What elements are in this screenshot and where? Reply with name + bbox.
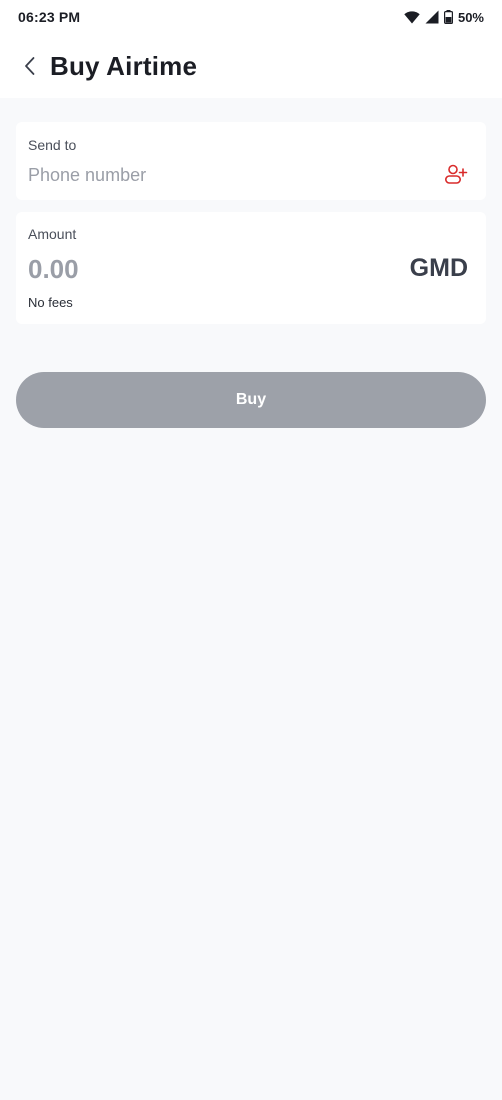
buy-button[interactable]: Buy	[16, 372, 486, 428]
amount-input[interactable]	[28, 252, 328, 286]
wifi-icon	[404, 10, 420, 23]
chevron-left-icon	[25, 57, 35, 75]
battery-percentage: 50%	[457, 9, 484, 25]
buy-airtime-screen: 06:23 PM 50% Buy Airtime Send to Phone n…	[0, 0, 502, 1100]
send-to-label: Send to	[28, 137, 77, 153]
status-bar: 06:23 PM 50%	[0, 0, 502, 34]
amount-label: Amount	[28, 226, 77, 242]
amount-card: Amount GMD No fees	[16, 212, 486, 324]
status-time: 06:23 PM	[18, 9, 81, 25]
status-icons: 50%	[404, 10, 484, 25]
page-title: Buy Airtime	[50, 50, 198, 81]
battery-icon	[443, 10, 453, 24]
add-contact-button[interactable]	[442, 160, 470, 188]
back-button[interactable]	[10, 46, 50, 86]
add-contact-icon	[444, 164, 468, 184]
fees-note: No fees	[28, 295, 73, 310]
send-to-card: Send to	[16, 122, 486, 200]
phone-number-input[interactable]	[28, 162, 428, 188]
app-header: Buy Airtime	[0, 34, 502, 98]
currency-code: GMD	[409, 254, 468, 282]
signal-icon	[425, 10, 439, 24]
